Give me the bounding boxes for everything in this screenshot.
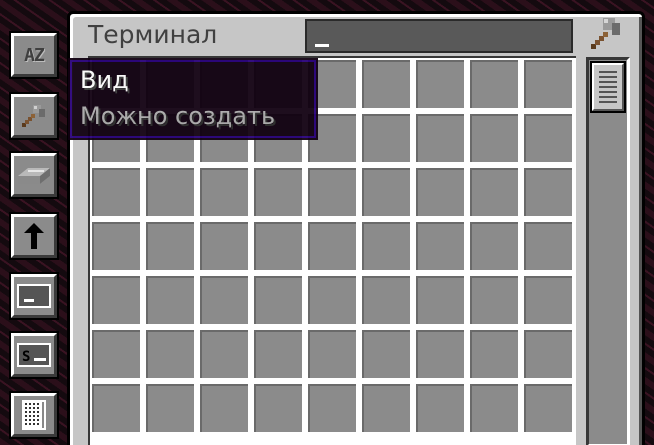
inventory-slot[interactable] — [362, 114, 410, 162]
inventory-slot[interactable] — [416, 330, 464, 378]
inventory-slot[interactable] — [254, 330, 302, 378]
sort-az-label: AZ — [24, 44, 45, 66]
inventory-slot[interactable] — [146, 330, 194, 378]
inventory-slot[interactable] — [524, 60, 572, 108]
inventory-slot[interactable] — [200, 384, 248, 432]
inventory-slot[interactable] — [362, 384, 410, 432]
inventory-slot[interactable] — [362, 330, 410, 378]
arrow-up-icon — [24, 223, 44, 249]
scrollbar-thumb[interactable] — [590, 61, 626, 113]
inventory-slot[interactable] — [308, 330, 356, 378]
inventory-slot[interactable] — [524, 330, 572, 378]
search-input[interactable] — [305, 19, 573, 53]
inventory-slot[interactable] — [254, 384, 302, 432]
inventory-slot[interactable] — [92, 168, 140, 216]
inventory-slot[interactable] — [308, 222, 356, 270]
inventory-slot[interactable] — [524, 384, 572, 432]
inventory-slot[interactable] — [416, 276, 464, 324]
size-icon — [22, 400, 46, 430]
search-s-icon: S — [17, 343, 51, 367]
inventory-slot[interactable] — [200, 168, 248, 216]
inventory-slot[interactable] — [308, 384, 356, 432]
inventory-slot[interactable] — [92, 330, 140, 378]
inventory-slot[interactable] — [470, 384, 518, 432]
craft-hammer-icon[interactable] — [585, 14, 625, 54]
ingot-icon — [18, 168, 50, 184]
inventory-slot[interactable] — [92, 222, 140, 270]
tooltip-line: Можно создать — [80, 102, 276, 130]
inventory-slot[interactable] — [470, 168, 518, 216]
inventory-slot[interactable] — [416, 60, 464, 108]
search-mode-sync-button[interactable]: S — [9, 331, 59, 379]
inventory-slot[interactable] — [308, 276, 356, 324]
inventory-slot[interactable] — [416, 168, 464, 216]
inventory-slot[interactable] — [254, 222, 302, 270]
terminal-title: Терминал — [88, 20, 218, 49]
inventory-slot[interactable] — [200, 222, 248, 270]
inventory-slot[interactable] — [416, 114, 464, 162]
inventory-slot[interactable] — [362, 60, 410, 108]
inventory-slot[interactable] — [362, 276, 410, 324]
inventory-slot[interactable] — [470, 60, 518, 108]
inventory-slot[interactable] — [200, 276, 248, 324]
inventory-slot[interactable] — [416, 384, 464, 432]
tooltip: Вид Можно создать — [68, 58, 318, 140]
game-screen: AZ S Терминал Вид Можно создать — [0, 0, 654, 445]
svg-text:S: S — [22, 349, 30, 365]
sort-az-button[interactable]: AZ — [9, 31, 59, 79]
inventory-slot[interactable] — [362, 168, 410, 216]
hammer-icon — [22, 105, 45, 127]
inventory-slot[interactable] — [200, 330, 248, 378]
search-mode-button[interactable] — [9, 272, 59, 320]
inventory-slot[interactable] — [146, 384, 194, 432]
inventory-slot[interactable] — [416, 222, 464, 270]
inventory-slot[interactable] — [146, 168, 194, 216]
inventory-slot[interactable] — [470, 222, 518, 270]
inventory-slot[interactable] — [308, 168, 356, 216]
inventory-slot[interactable] — [524, 114, 572, 162]
search-caret — [315, 44, 329, 47]
inventory-slot[interactable] — [470, 276, 518, 324]
terminal-size-button[interactable] — [9, 391, 59, 439]
inventory-slot[interactable] — [146, 222, 194, 270]
inventory-slot[interactable] — [146, 276, 194, 324]
inventory-slot[interactable] — [524, 168, 572, 216]
inventory-slot[interactable] — [254, 276, 302, 324]
inventory-slot[interactable] — [92, 276, 140, 324]
inventory-slot[interactable] — [524, 276, 572, 324]
view-craftable-button[interactable] — [9, 92, 59, 140]
inventory-slot[interactable] — [524, 222, 572, 270]
inventory-slot[interactable] — [470, 114, 518, 162]
tooltip-title: Вид — [80, 66, 129, 94]
inventory-slot[interactable] — [362, 222, 410, 270]
inventory-slot[interactable] — [254, 168, 302, 216]
inventory-slot[interactable] — [470, 330, 518, 378]
terminal-style-button[interactable] — [9, 151, 59, 199]
scrollbar[interactable] — [586, 57, 630, 445]
sort-direction-button[interactable] — [9, 212, 59, 260]
search-box-icon — [17, 284, 51, 308]
inventory-slot[interactable] — [92, 384, 140, 432]
